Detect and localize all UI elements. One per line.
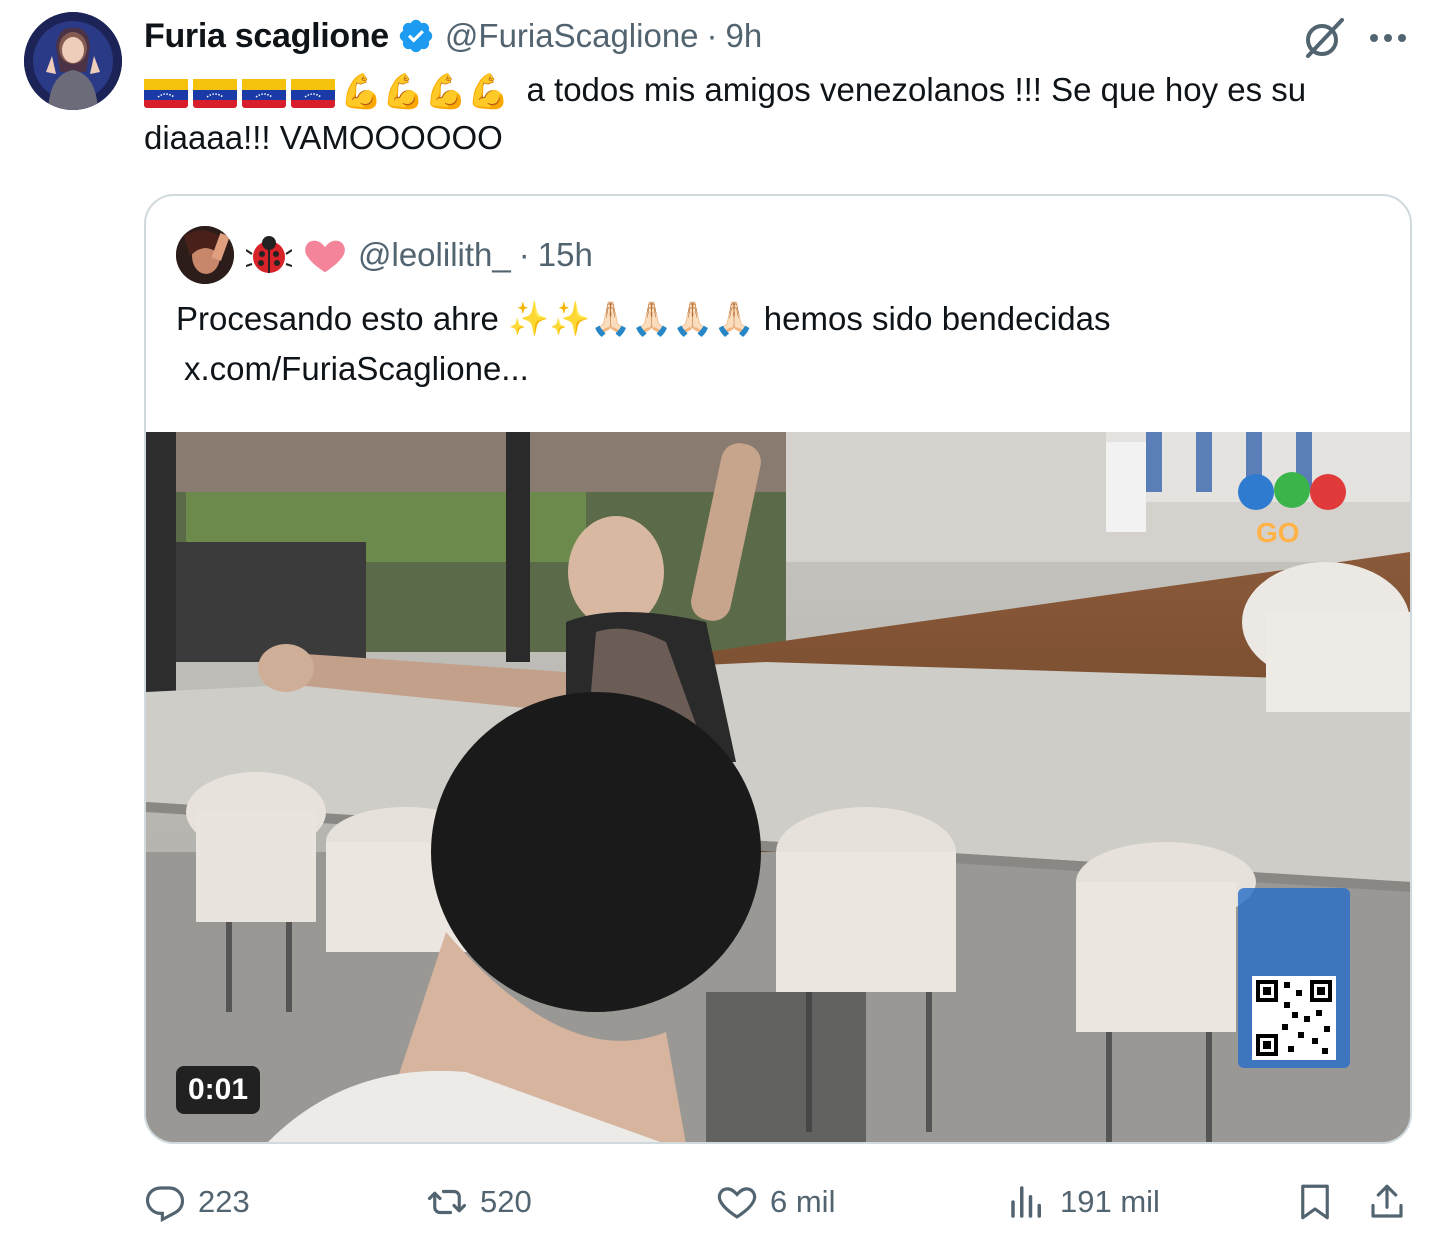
quote-separator: ·	[518, 236, 530, 273]
tweet-actions: 223 520 6 mil 191 mil	[144, 1172, 1412, 1232]
reply-button[interactable]: 223	[144, 1172, 250, 1232]
tweet-header: Furia scaglione @FuriaScaglione · 9h	[144, 14, 762, 58]
verified-badge-icon	[399, 19, 433, 53]
venezuela-flag-icon	[242, 76, 286, 109]
quote-text-after: hemos sido bendecidas	[763, 300, 1111, 337]
quote-text: Procesando esto ahre ✨✨🙏🏻🙏🏻🙏🏻🙏🏻 hemos si…	[176, 294, 1386, 394]
reply-count: 223	[198, 1184, 250, 1219]
author-avatar[interactable]	[24, 12, 122, 110]
share-icon	[1371, 1184, 1403, 1218]
flag-emojis: 💪💪💪💪	[144, 72, 509, 112]
tweet-text: 💪💪💪💪 a todos mis amigos venezolanos !!! …	[144, 66, 1404, 162]
bookmark-button[interactable]	[1294, 1172, 1336, 1232]
qr-code	[1252, 976, 1336, 1060]
venezuela-flag-icon	[144, 76, 188, 109]
quote-link[interactable]: x.com/FuriaScaglione...	[176, 344, 1386, 394]
retweet-icon	[427, 1189, 467, 1215]
svg-text:GO: GO	[1256, 517, 1300, 548]
quoted-tweet[interactable]: @leolilith_ · 15h Procesando esto ahre ✨…	[144, 194, 1412, 1144]
views-button[interactable]: 191 mil	[1006, 1172, 1160, 1232]
like-count: 6 mil	[770, 1184, 836, 1219]
praying-hands-icon: 🙏🏻🙏🏻🙏🏻🙏🏻	[590, 300, 755, 337]
reply-icon	[145, 1186, 185, 1223]
flexed-biceps-icon: 💪💪💪💪	[340, 73, 510, 112]
sparkles-icon: ✨✨	[508, 300, 591, 337]
video-duration: 0:01	[176, 1066, 261, 1114]
like-icon	[717, 1187, 757, 1219]
author-handle[interactable]: @FuriaScaglione	[445, 17, 699, 55]
retweet-count: 520	[480, 1184, 532, 1219]
views-icon	[1011, 1186, 1041, 1218]
heart-emoji-icon	[302, 232, 348, 278]
bookmark-icon	[1301, 1184, 1329, 1220]
qr-code-badge	[1238, 888, 1350, 1068]
share-button[interactable]	[1366, 1172, 1408, 1232]
quote-author-handle[interactable]: @leolilith_	[358, 236, 511, 274]
video-player[interactable]: GO 0:01	[146, 432, 1410, 1142]
grok-icon[interactable]	[1300, 14, 1348, 62]
quote-author-avatar[interactable]	[176, 226, 234, 284]
retweet-button[interactable]: 520	[426, 1172, 532, 1232]
ladybug-icon	[245, 232, 293, 278]
like-button[interactable]: 6 mil	[716, 1172, 835, 1232]
venezuela-flag-icon	[291, 76, 335, 109]
more-icon[interactable]	[1366, 18, 1410, 58]
tweet-time[interactable]: 9h	[726, 17, 763, 55]
video-frame: GO	[146, 432, 1410, 1142]
quote-time[interactable]: 15h	[538, 236, 593, 274]
header-separator: ·	[706, 17, 718, 54]
quote-text-before: Procesando esto ahre	[176, 300, 499, 337]
venezuela-flag-icon	[193, 76, 237, 109]
author-name[interactable]: Furia scaglione	[144, 17, 389, 56]
quote-header: @leolilith_ · 15h	[245, 226, 593, 284]
views-count: 191 mil	[1060, 1184, 1160, 1219]
